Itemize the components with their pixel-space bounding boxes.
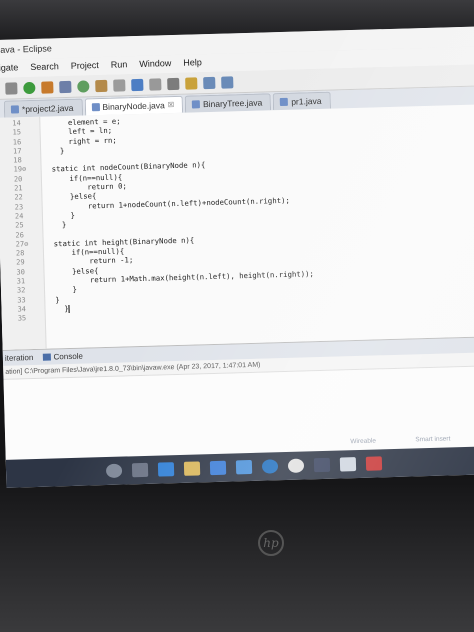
java-file-icon	[191, 100, 201, 109]
task-view-icon[interactable]	[131, 462, 149, 478]
menu-navigate[interactable]: igate	[0, 62, 19, 78]
debug-icon[interactable]	[41, 80, 54, 94]
hp-support-icon[interactable]	[261, 459, 279, 474]
menu-project[interactable]: Project	[71, 60, 99, 76]
tab-pr1[interactable]: pr1.java	[272, 91, 331, 111]
cortana-icon[interactable]	[105, 463, 123, 479]
search-icon[interactable]	[113, 78, 126, 92]
store-icon[interactable]	[209, 460, 227, 476]
java-file-icon	[91, 103, 100, 112]
java-file-icon	[10, 105, 20, 114]
menu-help[interactable]: Help	[183, 57, 202, 73]
forward-arrow-icon[interactable]	[221, 75, 234, 89]
menu-search[interactable]: Search	[30, 61, 59, 77]
back-arrow-icon[interactable]	[203, 76, 216, 89]
console-icon	[43, 353, 52, 362]
line-number-gutter: 14 15 16 17 18 19⊖ 20 21 22 23 24 25 26 27⊖ 28 29 30 31 32…	[0, 116, 47, 350]
annotation-icon[interactable]	[131, 78, 144, 91]
tab-label: pr1.java	[291, 95, 322, 107]
file-explorer-icon[interactable]	[183, 461, 201, 476]
photo-frame: ava - Eclipse igate Search Project Run W…	[0, 0, 474, 632]
chrome-icon[interactable]	[287, 458, 305, 473]
hp-logo: hp	[258, 530, 284, 556]
tab-console[interactable]: Console	[43, 352, 83, 365]
tab-label: BinaryTree.java	[202, 97, 263, 110]
status-writable: Wireable	[350, 437, 377, 446]
console-output[interactable]	[3, 365, 474, 462]
tab-label: *project2.java	[21, 102, 74, 115]
java-file-icon	[280, 97, 289, 107]
tab-label: BinaryNode.java	[102, 100, 165, 112]
eclipse-window: ava - Eclipse igate Search Project Run W…	[0, 26, 474, 488]
line-number: 35	[17, 314, 27, 323]
edge-icon[interactable]	[157, 462, 175, 477]
next-annotation-icon[interactable]	[185, 76, 198, 90]
eclipse-icon[interactable]	[313, 457, 331, 473]
pin-icon[interactable]	[167, 77, 180, 90]
run-icon[interactable]	[23, 81, 36, 94]
menu-run[interactable]: Run	[111, 59, 128, 74]
new-package-icon[interactable]	[59, 80, 72, 93]
toggle-mark-icon[interactable]	[149, 77, 162, 91]
close-icon[interactable]: ☒	[168, 101, 174, 109]
open-type-icon[interactable]	[95, 79, 108, 92]
tab-iteration[interactable]: iteration	[5, 353, 34, 366]
mail-icon[interactable]	[235, 459, 253, 475]
menu-window[interactable]: Window	[139, 58, 171, 74]
app-icon[interactable]	[339, 457, 357, 472]
code-text-area[interactable]: element = e; left = ln; right = rn; } sta…	[40, 104, 474, 349]
back-icon[interactable]	[5, 81, 18, 95]
acrobat-icon[interactable]	[365, 456, 383, 471]
new-class-icon[interactable]	[77, 79, 90, 93]
status-insert-mode: Smart insert	[415, 435, 451, 444]
code-editor[interactable]: 14 15 16 17 18 19⊖ 20 21 22 23 24 25 26 27⊖ 28 29 30 31 32…	[0, 104, 474, 350]
